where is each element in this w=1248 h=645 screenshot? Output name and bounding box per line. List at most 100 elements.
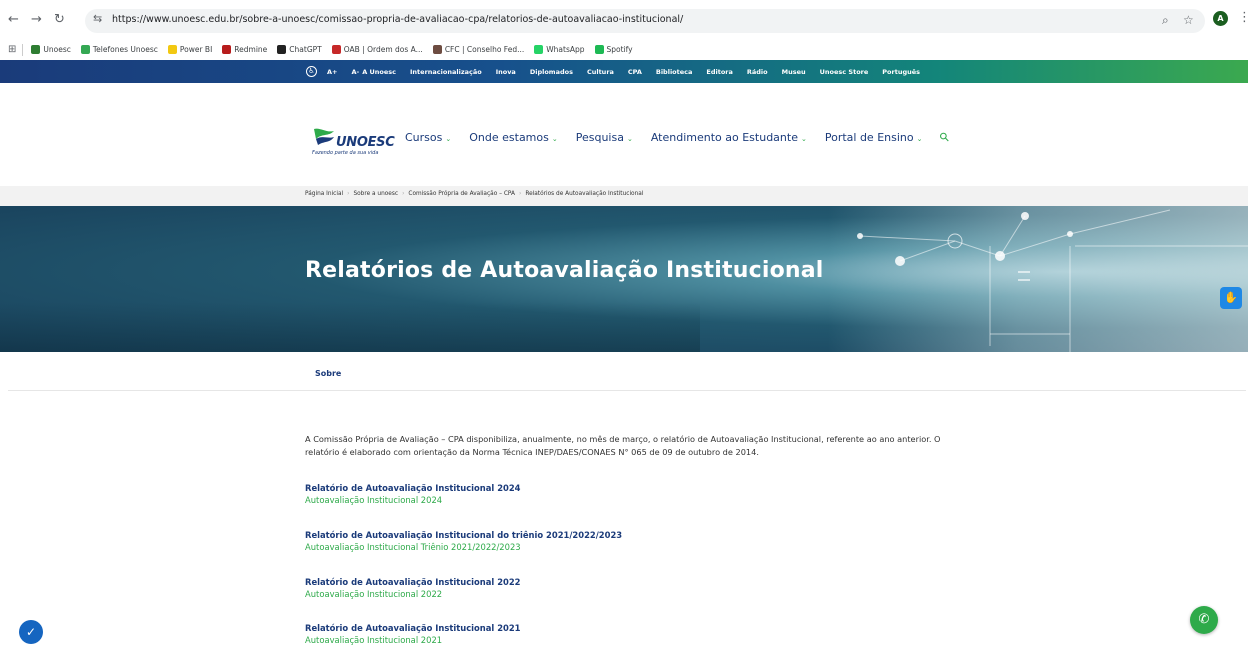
bookmarks-bar: ⊞ Unoesc Telefones Unoesc Power BI Redmine C… (0, 39, 1248, 60)
unoesc-logo[interactable]: UNOESC Fazendo parte da sua vida (312, 125, 395, 161)
bookmark-item[interactable]: WhatsApp (534, 45, 585, 54)
reload-icon[interactable]: ↻ (54, 11, 65, 29)
zoom-icon[interactable]: ⌕ (1162, 13, 1169, 28)
bookmark-item[interactable]: Redmine (222, 45, 267, 54)
report-entry: Relatório de Autoavaliação Institucional… (305, 622, 521, 645)
address-bar[interactable]: ⇆ https://www.unoesc.edu.br/sobre-a-unoe… (85, 9, 1205, 33)
breadcrumb-separator: › (347, 191, 350, 197)
nav-item[interactable]: Onde estamos ⌄ (469, 131, 557, 144)
bookmark-label: WhatsApp (546, 45, 585, 54)
topbar-link[interactable]: Português (882, 68, 920, 76)
nav-item[interactable]: Cursos ⌄ (405, 131, 451, 144)
report-title: Relatório de Autoavaliação Institucional… (305, 530, 623, 540)
breadcrumb-item[interactable]: Comissão Própria de Avaliação – CPA (408, 191, 515, 197)
profile-avatar[interactable]: A (1213, 11, 1228, 26)
report-title: Relatório de Autoavaliação Institucional… (305, 623, 521, 633)
topbar-link[interactable]: Biblioteca (656, 68, 693, 76)
nav-item-label: Portal de Ensino (824, 130, 914, 144)
logo-mark-icon (314, 128, 334, 145)
bookmark-item[interactable]: Power BI (167, 45, 213, 54)
page-title: Relatórios de Autoavaliação Instituciona… (305, 258, 824, 283)
bookmark-star-icon[interactable]: ☆ (1183, 13, 1194, 27)
report-title: Relatório de Autoavaliação Institucional… (305, 483, 521, 493)
topbar-link[interactable]: Museu (782, 68, 806, 76)
bookmark-favicon-icon (594, 45, 604, 54)
whatsapp-icon[interactable]: ✆ (1190, 606, 1218, 634)
bookmark-favicon-icon (534, 45, 544, 54)
bookmark-item[interactable]: ChatGPT (277, 45, 322, 54)
topbar-link[interactable]: Rádio (747, 68, 768, 76)
font-increase-button[interactable]: A+ (327, 68, 337, 76)
chevron-down-icon: ⌄ (551, 134, 558, 143)
topbar-link[interactable]: Inova (496, 68, 516, 76)
bookmark-favicon-icon (222, 45, 232, 54)
site-info-icon[interactable]: ⇆ (93, 12, 102, 25)
tab-sobre[interactable]: Sobre (315, 369, 341, 378)
sign-language-icon[interactable]: ✋ (1220, 287, 1242, 309)
bookmark-label: Redmine (234, 45, 268, 54)
chevron-down-icon: ⌄ (445, 134, 452, 143)
bookmark-label: OAB | Ordem dos A... (343, 45, 423, 54)
nav-item-label: Cursos (405, 130, 443, 144)
nav-item-label: Atendimento ao Estudante (650, 130, 798, 144)
report-entry: Relatório de Autoavaliação Institucional… (305, 482, 521, 506)
breadcrumb-item[interactable]: Sobre a unoesc (353, 191, 398, 197)
nav-item[interactable]: Portal de Ensino ⌄ (825, 131, 923, 144)
topbar-link[interactable]: Cultura (587, 68, 614, 76)
bookmark-label: Power BI (179, 45, 213, 54)
back-arrow-icon[interactable]: ← (8, 11, 19, 29)
report-title: Relatório de Autoavaliação Institucional… (305, 577, 521, 587)
forward-arrow-icon[interactable]: → (31, 11, 42, 29)
bookmark-label: Spotify (606, 45, 633, 54)
apps-grid-icon[interactable]: ⊞ (8, 44, 16, 55)
bookmark-favicon-icon (277, 45, 287, 54)
topbar-link[interactable]: Editora (706, 68, 733, 76)
top-utility-bar: ♿ A+ A- A Unoesc Internacionalização Inova… (0, 60, 1248, 83)
hero-banner: Relatórios de Autoavaliação Instituciona… (0, 206, 1248, 352)
topbar-link[interactable]: A Unoesc (362, 68, 396, 76)
chevron-down-icon: ⌄ (916, 134, 923, 143)
url-text[interactable]: https://www.unoesc.edu.br/sobre-a-unoesc… (112, 14, 683, 25)
breadcrumb-separator: › (402, 191, 405, 197)
bookmark-label: Unoesc (43, 45, 71, 54)
cookie-settings-icon[interactable]: ✓ (19, 620, 43, 644)
browser-toolbar: ← → ↻ ⇆ https://www.unoesc.edu.br/sobre-… (0, 0, 1248, 39)
bookmark-favicon-icon (432, 45, 442, 54)
breadcrumb: Página Inicial › Sobre a unoesc › Comissão P… (0, 186, 1248, 206)
menu-icon[interactable]: ⋮ (1238, 10, 1248, 25)
bookmark-label: CFC | Conselho Fed... (444, 45, 525, 54)
report-link[interactable]: Autoavaliação Institucional 2021 (305, 634, 521, 645)
bookmark-item[interactable]: Unoesc (31, 45, 71, 54)
logo-tagline: Fazendo parte da sua vida (312, 150, 379, 156)
font-decrease-button[interactable]: A- (351, 68, 359, 76)
nav-item[interactable]: Atendimento ao Estudante ⌄ (651, 131, 807, 144)
breadcrumb-item: Relatórios de Autoavaliação Instituciona… (525, 191, 644, 197)
breadcrumb-separator: › (518, 191, 522, 197)
nav-item-label: Onde estamos (469, 130, 549, 144)
bookmark-item[interactable]: CFC | Conselho Fed... (432, 45, 525, 54)
logo-text: UNOESC (336, 135, 395, 150)
intro-paragraph: A Comissão Própria de Avaliação – CPA di… (305, 434, 941, 457)
breadcrumb-item[interactable]: Página Inicial (305, 191, 343, 197)
report-link[interactable]: Autoavaliação Institucional Triênio 2021… (305, 541, 622, 553)
bookmark-item[interactable]: Telefones Unoesc (80, 45, 158, 54)
topbar-link[interactable]: Diplomados (530, 68, 573, 76)
bookmark-favicon-icon (80, 45, 90, 54)
report-link[interactable]: Autoavaliação Institucional 2022 (305, 588, 521, 600)
topbar-link[interactable]: CPA (628, 68, 642, 76)
topbar-link[interactable]: Internacionalização (410, 68, 482, 76)
bookmark-item[interactable]: Spotify (594, 45, 633, 54)
bookmark-item[interactable]: OAB | Ordem dos A... (331, 45, 423, 54)
main-nav: Cursos ⌄ Onde estamos ⌄ Pesquisa ⌄ Atendimento… (405, 129, 953, 145)
chevron-down-icon: ⌄ (626, 134, 633, 143)
report-entry: Relatório de Autoavaliação Institucional… (305, 529, 622, 553)
accessibility-icon[interactable]: ♿ (306, 66, 317, 77)
bookmark-label: Telefones Unoesc (92, 45, 158, 54)
bookmark-favicon-icon (167, 45, 177, 54)
report-entry: Relatório de Autoavaliação Institucional… (305, 576, 521, 600)
search-icon[interactable]: ⚲ (937, 129, 953, 145)
topbar-link[interactable]: Unoesc Store (820, 68, 869, 76)
nav-item[interactable]: Pesquisa ⌄ (576, 131, 633, 144)
nav-item-label: Pesquisa (575, 130, 624, 144)
report-link[interactable]: Autoavaliação Institucional 2024 (305, 494, 521, 506)
